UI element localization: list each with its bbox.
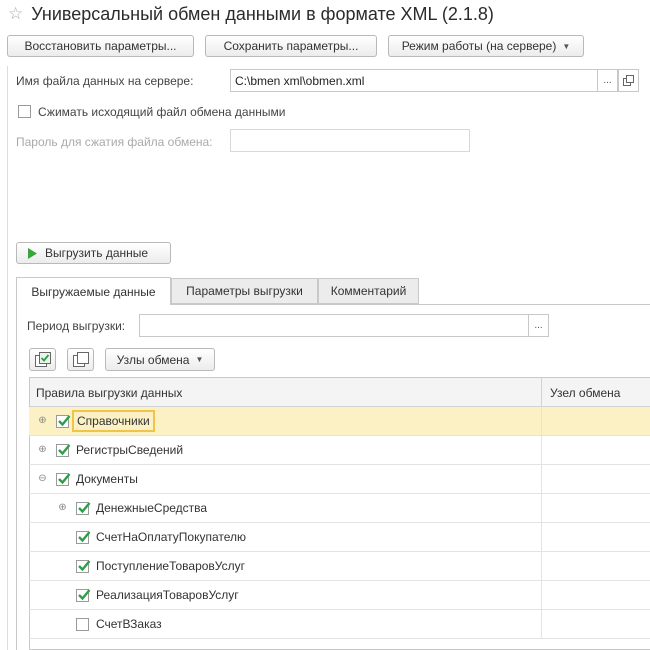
table-row[interactable]: СчетВЗаказ bbox=[29, 610, 650, 639]
ellipsis-icon: ... bbox=[603, 75, 612, 86]
tab-comment-label: Комментарий bbox=[330, 284, 407, 298]
ellipsis-icon: ... bbox=[534, 320, 543, 331]
tab-exported-data[interactable]: Выгружаемые данные bbox=[16, 277, 171, 305]
period-input[interactable] bbox=[139, 314, 529, 337]
row-checkbox[interactable] bbox=[76, 618, 89, 631]
column-divider bbox=[541, 494, 542, 522]
table-row[interactable]: ⊕ РегистрыСведений bbox=[29, 436, 650, 465]
period-select-button[interactable]: ... bbox=[528, 314, 549, 337]
row-label: РегистрыСведений bbox=[76, 443, 184, 457]
row-label: Документы bbox=[76, 472, 138, 486]
column-header-node[interactable]: Узел обмена bbox=[550, 386, 620, 400]
table-row[interactable]: ⊖ Документы bbox=[29, 465, 650, 494]
uncheck-all-icon bbox=[72, 352, 89, 367]
expand-icon[interactable]: ⊕ bbox=[58, 503, 67, 513]
password-input[interactable] bbox=[230, 129, 470, 152]
tab-export-params[interactable]: Параметры выгрузки bbox=[171, 278, 318, 304]
row-label: РеализацияТоваровУслуг bbox=[96, 588, 239, 602]
row-label: СчетНаОплатуПокупателю bbox=[96, 530, 246, 544]
checkmark-icon bbox=[78, 531, 91, 543]
period-label: Период выгрузки: bbox=[27, 319, 126, 333]
row-checkbox[interactable] bbox=[56, 444, 71, 457]
row-checkbox[interactable] bbox=[56, 473, 71, 486]
column-header-rules[interactable]: Правила выгрузки данных bbox=[36, 386, 182, 400]
checkmark-icon bbox=[78, 502, 91, 514]
window-title-bar: ☆ Универсальный обмен данными в формате … bbox=[8, 1, 494, 27]
table-row[interactable]: ⊕ Справочники bbox=[29, 407, 650, 436]
column-divider bbox=[541, 552, 542, 580]
save-params-button[interactable]: Сохранить параметры... bbox=[205, 35, 377, 57]
expand-icon[interactable]: ⊕ bbox=[38, 445, 47, 455]
tab-comment[interactable]: Комментарий bbox=[318, 278, 419, 304]
favorite-star-icon[interactable]: ☆ bbox=[8, 4, 23, 24]
column-divider bbox=[541, 523, 542, 551]
column-divider bbox=[541, 378, 542, 406]
play-icon bbox=[28, 247, 37, 259]
left-border bbox=[7, 66, 8, 650]
checkmark-icon bbox=[58, 473, 71, 485]
check-all-icon bbox=[34, 352, 51, 367]
export-data-label: Выгрузить данные bbox=[45, 246, 149, 260]
exchange-nodes-label: Узлы обмена bbox=[116, 352, 190, 367]
save-params-label: Сохранить параметры... bbox=[223, 39, 359, 53]
column-divider bbox=[541, 581, 542, 609]
row-checkbox[interactable] bbox=[76, 589, 91, 602]
password-label: Пароль для сжатия файла обмена: bbox=[16, 135, 213, 149]
row-checkbox[interactable] bbox=[76, 502, 91, 515]
table-row[interactable]: ПоступлениеТоваровУслуг bbox=[29, 552, 650, 581]
chevron-down-icon: ▼ bbox=[195, 355, 204, 364]
row-label: СчетВЗаказ bbox=[96, 617, 162, 631]
tab-export-params-label: Параметры выгрузки bbox=[186, 284, 303, 298]
compress-label: Сжимать исходящий файл обмена данными bbox=[38, 105, 286, 119]
compress-checkbox[interactable] bbox=[18, 105, 31, 118]
restore-params-button[interactable]: Восстановить параметры... bbox=[7, 35, 194, 57]
expand-icon[interactable]: ⊕ bbox=[38, 416, 47, 426]
collapse-icon[interactable]: ⊖ bbox=[38, 474, 47, 484]
file-name-input[interactable]: C:\bmen xml\obmen.xml bbox=[230, 69, 598, 92]
tab-exported-data-label: Выгружаемые данные bbox=[31, 284, 156, 299]
column-divider bbox=[541, 407, 542, 435]
open-window-icon bbox=[623, 75, 634, 86]
row-label: ДенежныеСредства bbox=[96, 501, 208, 515]
checkmark-icon bbox=[58, 444, 71, 456]
mode-label: Режим работы (на сервере) bbox=[401, 39, 557, 53]
checkmark-icon bbox=[78, 560, 91, 572]
column-divider bbox=[541, 436, 542, 464]
open-file-button[interactable] bbox=[618, 69, 639, 92]
table-row[interactable]: РеализацияТоваровУслуг bbox=[29, 581, 650, 610]
row-checkbox[interactable] bbox=[56, 415, 71, 428]
tab-panel-border bbox=[16, 304, 17, 650]
column-divider bbox=[541, 610, 542, 638]
row-checkbox[interactable] bbox=[76, 531, 91, 544]
column-divider bbox=[541, 465, 542, 493]
mode-dropdown-button[interactable]: Режим работы (на сервере) ▼ bbox=[388, 35, 584, 57]
file-name-label: Имя файла данных на сервере: bbox=[16, 74, 194, 88]
exchange-nodes-button[interactable]: Узлы обмена ▼ bbox=[105, 348, 215, 371]
checkmark-icon bbox=[78, 589, 91, 601]
table-row[interactable]: ⊕ ДенежныеСредства bbox=[29, 494, 650, 523]
chevron-down-icon: ▼ bbox=[562, 41, 571, 51]
restore-params-label: Восстановить параметры... bbox=[24, 39, 177, 53]
row-label: ПоступлениеТоваровУслуг bbox=[96, 559, 246, 573]
grid-header: Правила выгрузки данных Узел обмена bbox=[30, 378, 650, 407]
uncheck-all-button[interactable] bbox=[67, 348, 94, 371]
row-checkbox[interactable] bbox=[76, 560, 91, 573]
row-label: Справочники bbox=[72, 410, 155, 432]
table-row[interactable]: СчетНаОплатуПокупателю bbox=[29, 523, 650, 552]
file-select-button[interactable]: ... bbox=[597, 69, 618, 92]
checkmark-icon bbox=[58, 415, 71, 427]
window-title: Универсальный обмен данными в формате XM… bbox=[31, 3, 494, 24]
export-data-button[interactable]: Выгрузить данные bbox=[16, 242, 171, 264]
check-all-button[interactable] bbox=[29, 348, 56, 371]
